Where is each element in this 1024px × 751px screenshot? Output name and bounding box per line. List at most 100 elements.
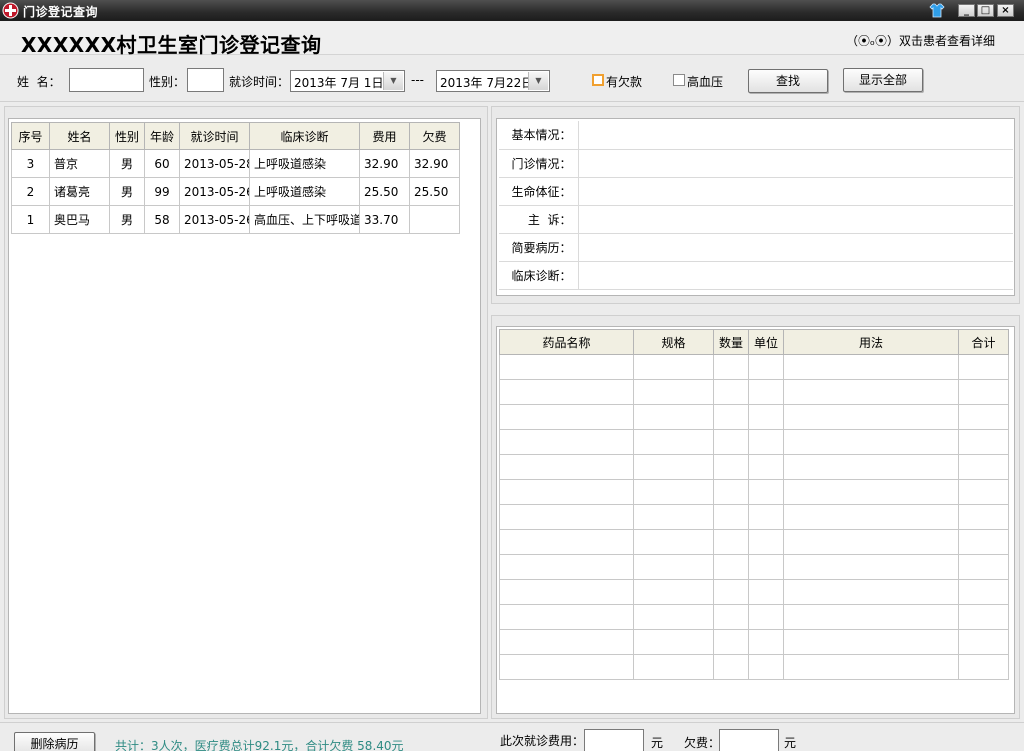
date-separator: --- bbox=[411, 73, 424, 87]
page-title: XXXXXX村卫生室门诊登记查询 bbox=[21, 33, 322, 57]
detail-label: 简要病历： bbox=[499, 233, 579, 262]
maximize-button[interactable]: □ bbox=[977, 4, 994, 17]
column-header[interactable]: 年龄 bbox=[144, 122, 180, 150]
table-cell: 32.90 bbox=[359, 149, 410, 178]
table-cell bbox=[958, 529, 1009, 555]
column-header[interactable]: 数量 bbox=[713, 329, 749, 355]
dropdown-arrow-icon[interactable]: ▼ bbox=[528, 72, 548, 90]
table-cell bbox=[633, 604, 714, 630]
date-from-value: 2013年 7月 1日 bbox=[294, 76, 384, 90]
column-header[interactable]: 合计 bbox=[958, 329, 1009, 355]
table-cell bbox=[748, 404, 784, 430]
search-bar: 姓 名： 性别： 就诊时间： 2013年 7月 1日 ▼ --- 2013年 7… bbox=[0, 56, 1024, 102]
detail-label: 基本情况： bbox=[499, 121, 579, 150]
table-cell bbox=[633, 579, 714, 605]
shirt-skin-icon[interactable] bbox=[929, 3, 945, 18]
column-header[interactable]: 序号 bbox=[11, 122, 50, 150]
fee-label: 此次就诊费用： bbox=[500, 734, 585, 748]
detail-row: 门诊情况： bbox=[499, 149, 1013, 178]
drug-table: 药品名称 规格 数量 单位 用法 合计 bbox=[499, 329, 1009, 680]
table-cell bbox=[783, 479, 959, 505]
column-header[interactable]: 欠费 bbox=[409, 122, 460, 150]
table-cell bbox=[783, 504, 959, 530]
gender-input[interactable] bbox=[187, 68, 224, 92]
double-click-hint: （⦿ₒ⦿）双击患者查看详细 bbox=[846, 34, 995, 48]
column-header[interactable]: 费用 bbox=[359, 122, 410, 150]
patient-row[interactable]: 3 普京男 60 2013-05-28 上呼吸道感染 32.90 32.90 bbox=[11, 149, 460, 178]
table-cell bbox=[958, 579, 1009, 605]
table-cell bbox=[633, 454, 714, 480]
date-to-picker[interactable]: 2013年 7月22日 ▼ bbox=[436, 70, 550, 92]
column-header[interactable]: 就诊时间 bbox=[179, 122, 250, 150]
table-cell bbox=[958, 604, 1009, 630]
gender-label: 性别： bbox=[149, 75, 186, 89]
detail-row: 生命体征： bbox=[499, 177, 1013, 206]
table-cell bbox=[783, 354, 959, 380]
table-cell: 33.70 bbox=[359, 205, 410, 234]
table-cell bbox=[748, 354, 784, 380]
table-cell bbox=[958, 629, 1009, 655]
table-cell bbox=[713, 629, 749, 655]
arrears-fee-unit: 元 bbox=[784, 736, 797, 750]
drug-row bbox=[499, 579, 1009, 605]
table-cell bbox=[748, 604, 784, 630]
table-cell bbox=[783, 454, 959, 480]
table-cell: 58 bbox=[144, 205, 180, 234]
detail-value bbox=[578, 261, 1013, 290]
patient-row[interactable]: 1 奥巴马男 58 2013-05-26 高血压、上下呼吸道 33.70 bbox=[11, 205, 460, 234]
table-cell bbox=[958, 429, 1009, 455]
find-button[interactable]: 查找 bbox=[748, 69, 828, 93]
table-cell bbox=[713, 604, 749, 630]
dropdown-arrow-icon[interactable]: ▼ bbox=[383, 72, 403, 90]
table-cell bbox=[499, 654, 634, 680]
table-cell bbox=[958, 479, 1009, 505]
table-cell bbox=[633, 404, 714, 430]
table-cell bbox=[958, 504, 1009, 530]
table-cell bbox=[783, 604, 959, 630]
table-cell: 男 bbox=[109, 177, 145, 206]
table-cell bbox=[783, 654, 959, 680]
drug-row bbox=[499, 629, 1009, 655]
hypertension-label: 高血压 bbox=[687, 75, 724, 89]
table-cell bbox=[713, 554, 749, 580]
window-titlebar: 门诊登记查询 _ □ × bbox=[0, 0, 1024, 21]
column-header[interactable]: 临床诊断 bbox=[249, 122, 360, 150]
detail-label: 生命体征： bbox=[499, 177, 579, 206]
column-header[interactable]: 单位 bbox=[748, 329, 784, 355]
drug-row bbox=[499, 429, 1009, 455]
drug-row bbox=[499, 354, 1009, 380]
table-cell bbox=[713, 379, 749, 405]
close-button[interactable]: × bbox=[997, 4, 1014, 17]
summary-text: 共计：3人次，医疗费总计92.1元，合计欠费 58.40元 bbox=[115, 739, 404, 751]
column-header[interactable]: 药品名称 bbox=[499, 329, 634, 355]
column-header[interactable]: 规格 bbox=[633, 329, 714, 355]
table-cell bbox=[748, 379, 784, 405]
column-header[interactable]: 姓名 bbox=[49, 122, 110, 150]
fee-input[interactable] bbox=[584, 729, 644, 751]
minimize-button[interactable]: _ bbox=[958, 4, 975, 17]
name-input[interactable] bbox=[69, 68, 144, 92]
column-header[interactable]: 性别 bbox=[109, 122, 145, 150]
header: XXXXXX村卫生室门诊登记查询 （⦿ₒ⦿）双击患者查看详细 bbox=[0, 21, 1024, 57]
table-cell bbox=[958, 404, 1009, 430]
delete-record-button[interactable]: 删除病历 bbox=[14, 732, 95, 751]
patient-table-header: 序号 姓名 性别 年龄 就诊时间 临床诊断 费用 欠费 bbox=[11, 122, 460, 150]
column-header[interactable]: 用法 bbox=[783, 329, 959, 355]
table-cell bbox=[783, 529, 959, 555]
arrears-checkbox[interactable] bbox=[592, 74, 604, 86]
table-cell bbox=[958, 354, 1009, 380]
arrears-fee-input[interactable] bbox=[719, 729, 779, 751]
hypertension-checkbox[interactable] bbox=[673, 74, 685, 86]
table-cell bbox=[748, 479, 784, 505]
show-all-button[interactable]: 显示全部 bbox=[843, 68, 923, 92]
table-cell bbox=[713, 429, 749, 455]
window-title: 门诊登记查询 bbox=[23, 5, 99, 19]
patient-row[interactable]: 2 诸葛亮男 99 2013-05-26 上呼吸道感染 25.50 25.50 bbox=[11, 177, 460, 206]
table-cell: 3 bbox=[11, 149, 50, 178]
table-cell bbox=[748, 529, 784, 555]
table-cell bbox=[958, 654, 1009, 680]
date-from-picker[interactable]: 2013年 7月 1日 ▼ bbox=[290, 70, 405, 92]
table-cell bbox=[633, 429, 714, 455]
table-cell bbox=[633, 529, 714, 555]
detail-row: 简要病历： bbox=[499, 233, 1013, 262]
